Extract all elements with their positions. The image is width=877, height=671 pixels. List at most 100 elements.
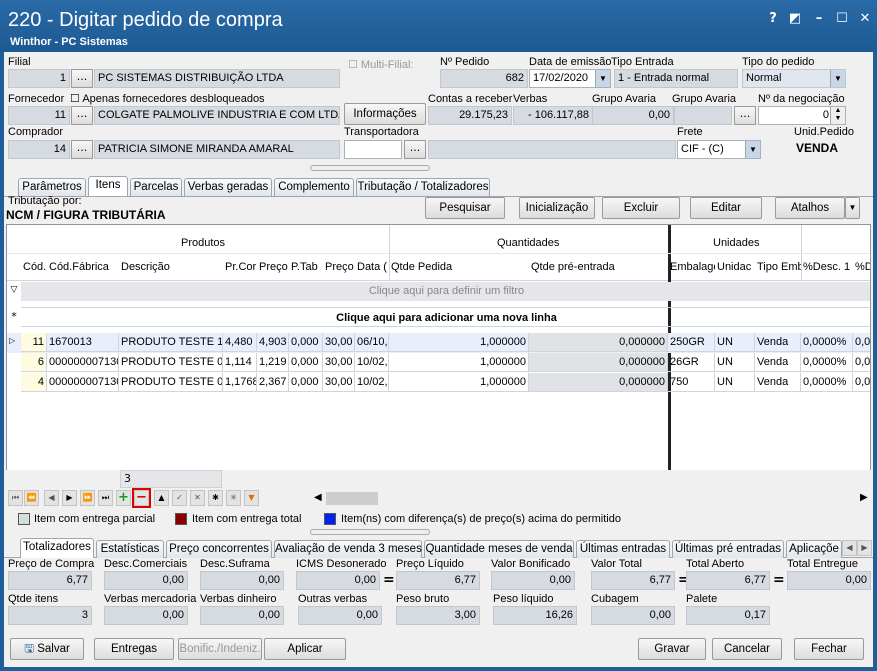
atalhos-dropdown-icon[interactable]: ▼ bbox=[845, 197, 860, 219]
fornecedor-lookup-button[interactable]: ... bbox=[71, 106, 93, 125]
fechar-button[interactable]: Fechar bbox=[794, 638, 864, 660]
scroll-left-icon[interactable]: ◀ bbox=[314, 492, 322, 503]
column-header[interactable]: Cód. bbox=[23, 261, 47, 273]
table-cell[interactable]: 11 bbox=[21, 333, 47, 352]
filial-code[interactable]: 1 bbox=[8, 69, 70, 88]
table-cell[interactable]: 0,0000% bbox=[801, 373, 853, 392]
column-header[interactable]: Tipo Emb bbox=[757, 261, 801, 273]
column-header[interactable]: Preço bbox=[259, 261, 289, 273]
table-cell[interactable]: 0,0 bbox=[853, 333, 870, 352]
table-cell[interactable]: 0,000000 bbox=[529, 353, 668, 372]
bonific-button[interactable]: Bonific./Indeniz. bbox=[178, 638, 262, 660]
table-cell[interactable]: 30,00 bbox=[323, 353, 355, 372]
frete-select[interactable]: CIF - (C) ▼ bbox=[677, 140, 761, 159]
add-icon[interactable]: + bbox=[116, 490, 131, 506]
column-header[interactable]: Data ( bbox=[357, 261, 389, 273]
table-cell[interactable]: PRODUTO TESTE 04 bbox=[119, 373, 223, 392]
salvar-button[interactable]: 🖫 Salvar bbox=[10, 638, 84, 660]
close-button[interactable]: ✕ bbox=[856, 10, 874, 28]
column-header[interactable]: Pr.Cor bbox=[225, 261, 257, 273]
tab-avaliacao-venda[interactable]: Avaliação de venda 3 meses bbox=[274, 540, 422, 558]
fornecedor-code[interactable]: 11 bbox=[8, 106, 70, 125]
column-header[interactable]: Qtde Pedida bbox=[391, 261, 529, 273]
remove-icon[interactable]: − bbox=[132, 488, 151, 508]
table-cell[interactable]: 30,00 bbox=[323, 373, 355, 392]
comprador-lookup-button[interactable]: ... bbox=[71, 140, 93, 159]
table-cell[interactable]: 000000007130 bbox=[47, 373, 119, 392]
table-cell[interactable]: 1670013 bbox=[47, 333, 119, 352]
column-header[interactable]: Unidac bbox=[717, 261, 755, 273]
table-cell[interactable]: 1,219 bbox=[257, 353, 289, 372]
table-row[interactable]: 6 000000007130 PRODUTO TESTE 06 1,114 1,219 0… bbox=[7, 353, 870, 373]
column-header[interactable]: %D bbox=[855, 261, 870, 273]
column-header[interactable]: Cód.Fábrica bbox=[49, 261, 119, 273]
last-page-icon[interactable]: ⏭ bbox=[98, 490, 113, 506]
tab-preco-concorrentes[interactable]: Preço concorrentes bbox=[166, 540, 272, 558]
table-cell[interactable]: 10/02, bbox=[355, 373, 389, 392]
tab-aplicacoes[interactable]: Aplicaçõe bbox=[786, 540, 842, 558]
tab-tributacao[interactable]: Tributação / Totalizadores bbox=[356, 178, 490, 196]
table-cell[interactable]: 4,480 bbox=[223, 333, 257, 352]
scroll-right-icon[interactable]: ▶ bbox=[860, 492, 868, 503]
informacoes-button[interactable]: Informações bbox=[344, 103, 426, 125]
tab-ultimas-pre-entradas[interactable]: Últimas pré entradas bbox=[672, 540, 784, 558]
tabs-scroll-right-icon[interactable]: ▶ bbox=[857, 540, 872, 556]
gravar-button[interactable]: Gravar bbox=[638, 638, 706, 660]
tab-ultimas-entradas[interactable]: Últimas entradas bbox=[576, 540, 670, 558]
table-cell[interactable]: UN bbox=[715, 333, 755, 352]
table-cell[interactable]: 0,000000 bbox=[529, 333, 668, 352]
table-cell[interactable]: 0,000000 bbox=[529, 373, 668, 392]
column-header[interactable]: P.Tab bbox=[291, 261, 323, 273]
table-cell[interactable]: 0,0 bbox=[853, 353, 870, 372]
table-cell[interactable]: 0,000 bbox=[289, 373, 323, 392]
first-page-icon[interactable]: ⏮ bbox=[8, 490, 23, 506]
cancel-edit-icon[interactable]: ✕ bbox=[190, 490, 205, 506]
transportadora-code[interactable] bbox=[344, 140, 402, 159]
apenas-desbloqueados-checkbox[interactable]: ☐ Apenas fornecedores desbloqueados bbox=[70, 92, 265, 105]
table-cell[interactable]: 1,000000 bbox=[389, 353, 529, 372]
filter-row[interactable]: Clique aqui para definir um filtro bbox=[21, 282, 870, 301]
tab-complemento[interactable]: Complemento bbox=[274, 178, 354, 196]
splitter-handle-bottom[interactable] bbox=[310, 529, 430, 535]
atalhos-button[interactable]: Atalhos bbox=[775, 197, 845, 219]
tab-totalizadores[interactable]: Totalizadores bbox=[20, 538, 94, 558]
tipo-pedido-select[interactable]: Normal ▼ bbox=[742, 69, 846, 88]
table-cell[interactable]: 1,000000 bbox=[389, 333, 529, 352]
tab-itens[interactable]: Itens bbox=[88, 176, 128, 196]
negociacao-stepper[interactable]: 0 ▲ ▼ bbox=[758, 106, 846, 125]
next-row-icon[interactable]: ▶ bbox=[62, 490, 77, 506]
confirm-icon[interactable]: ✓ bbox=[172, 490, 187, 506]
aplicar-button[interactable]: Aplicar bbox=[264, 638, 346, 660]
filter-funnel-icon[interactable]: ▼ bbox=[244, 490, 259, 506]
table-cell[interactable]: Venda bbox=[755, 373, 801, 392]
column-header[interactable]: Embalage bbox=[670, 261, 715, 273]
refresh2-icon[interactable]: ✳ bbox=[226, 490, 241, 506]
prev-page-icon[interactable]: ⏪ bbox=[24, 490, 39, 506]
table-cell[interactable]: Venda bbox=[755, 353, 801, 372]
minimize-button[interactable]: – bbox=[810, 10, 828, 28]
inicializacao-button[interactable]: Inicialização bbox=[519, 197, 595, 219]
table-cell[interactable]: 06/10, bbox=[355, 333, 389, 352]
next-page-icon[interactable]: ⏩ bbox=[80, 490, 95, 506]
table-cell[interactable]: 750 bbox=[668, 373, 715, 392]
table-row[interactable]: ▷ 11 1670013 PRODUTO TESTE 11 4,480 4,903 0,00… bbox=[7, 333, 870, 353]
table-cell[interactable]: 10/02, bbox=[355, 353, 389, 372]
table-cell[interactable]: 2,367 bbox=[257, 373, 289, 392]
stepper-arrows-icon[interactable]: ▲ ▼ bbox=[830, 107, 845, 124]
data-emissao-field[interactable]: 17/02/2020 ▼ bbox=[529, 69, 611, 88]
restore-icon[interactable]: ◩ bbox=[786, 10, 804, 28]
table-cell[interactable]: 250GR bbox=[668, 333, 715, 352]
table-cell[interactable]: UN bbox=[715, 353, 755, 372]
column-header[interactable]: Preço bbox=[325, 261, 355, 273]
refresh-icon[interactable]: ✱ bbox=[208, 490, 223, 506]
comprador-code[interactable]: 14 bbox=[8, 140, 70, 159]
entregas-button[interactable]: Entregas bbox=[94, 638, 174, 660]
tab-parcelas[interactable]: Parcelas bbox=[130, 178, 182, 196]
table-cell[interactable]: 000000007130 bbox=[47, 353, 119, 372]
table-cell[interactable]: UN bbox=[715, 373, 755, 392]
table-cell[interactable]: 6 bbox=[21, 353, 47, 372]
table-cell[interactable]: PRODUTO TESTE 11 bbox=[119, 333, 223, 352]
chevron-down-icon[interactable]: ▼ bbox=[595, 70, 610, 87]
column-header[interactable]: Descrição bbox=[121, 261, 223, 273]
table-cell[interactable]: 0,000 bbox=[289, 333, 323, 352]
